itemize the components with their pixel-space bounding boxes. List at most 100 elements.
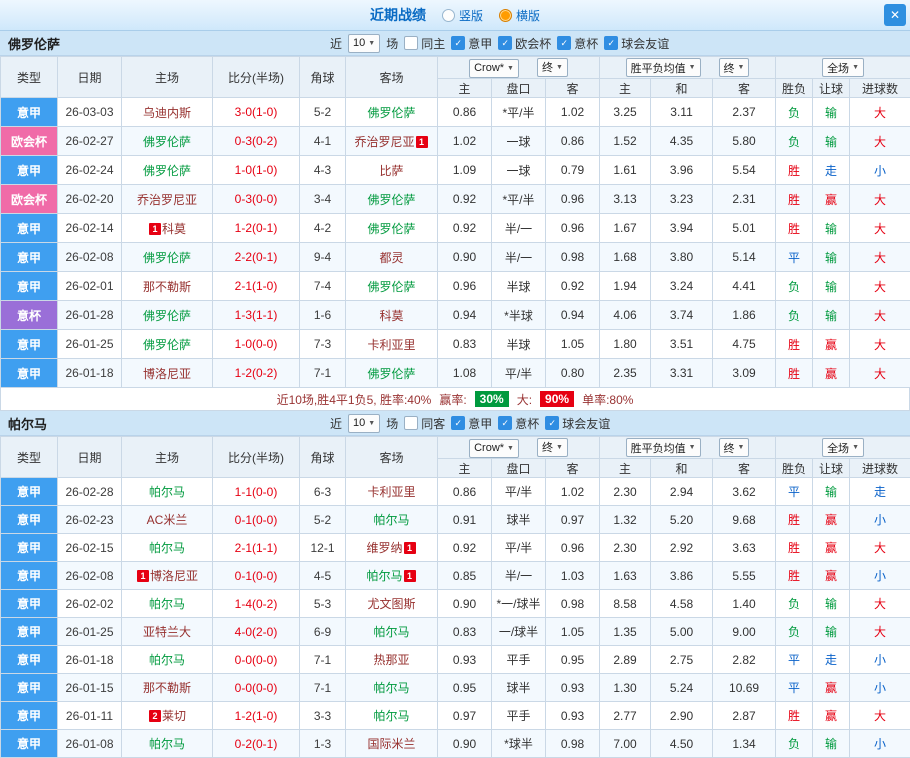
handicap-cell: *半球	[492, 301, 546, 330]
avg-stage-select[interactable]: 终 ▼	[719, 438, 750, 457]
col-odds-away: 客	[546, 459, 600, 478]
filter-league-checkbox[interactable]: ✓意甲	[451, 415, 492, 432]
corner-cell: 4-5	[300, 562, 346, 590]
avg-away-cell: 10.69	[713, 674, 776, 702]
away-team-cell: 卡利亚里	[346, 330, 438, 359]
away-team-cell: 比萨	[346, 156, 438, 185]
chevron-down-icon: ▼	[556, 64, 563, 71]
corner-cell: 9-4	[300, 243, 346, 272]
away-odds-cell: 1.05	[546, 618, 600, 646]
match-row: 意甲26-02-28帕尔马1-1(0-0)6-3卡利亚里0.86平/半1.022…	[1, 478, 910, 506]
filter-league-checkbox[interactable]: ✓球会友谊	[545, 415, 610, 432]
avg-group-header: 胜平负均值 ▼ 终 ▼	[600, 437, 776, 459]
match-count-select[interactable]: 10 ▼	[348, 34, 380, 53]
team-name-text: 乔治罗尼亚	[354, 135, 414, 149]
handicap-cell: *球半	[492, 730, 546, 758]
red-card-badge: 1	[416, 136, 428, 148]
team-name-text: 国际米兰	[367, 737, 415, 751]
handicap-result-cell: 走	[813, 646, 850, 674]
team-name-text: 佛罗伦萨	[143, 338, 191, 352]
avg-home-cell: 1.35	[600, 618, 651, 646]
summary-single-rate: 单率:80%	[582, 391, 633, 408]
handicap-cell: 半球	[492, 330, 546, 359]
radio-selected-icon	[499, 9, 512, 22]
match-date: 26-01-28	[58, 301, 122, 330]
scope-group-header: 全场 ▼	[776, 57, 910, 79]
scope-select[interactable]: 全场 ▼	[822, 438, 864, 457]
avg-draw-cell: 4.35	[651, 127, 713, 156]
filter-same-venue-checkbox[interactable]: 同主	[404, 35, 445, 52]
corner-cell: 7-1	[300, 646, 346, 674]
home-odds-cell: 0.95	[438, 674, 492, 702]
filter-bar: 近 10 ▼ 场 同主 ✓意甲✓欧会杯✓意杯✓球会友谊	[330, 34, 669, 53]
handicap-result-cell: 输	[813, 301, 850, 330]
team-name-text: 亚特兰大	[143, 625, 191, 639]
odds-provider-select[interactable]: Crow* ▼	[469, 59, 519, 78]
filter-same-venue-checkbox[interactable]: 同客	[404, 415, 445, 432]
avg-type-select[interactable]: 胜平负均值 ▼	[626, 438, 701, 457]
score-cell: 0-0(0-0)	[213, 646, 300, 674]
home-team-cell: AC米兰	[122, 506, 213, 534]
filter-league-checkbox[interactable]: ✓意杯	[557, 35, 598, 52]
league-badge: 意甲	[1, 618, 58, 646]
checkbox-label: 意杯	[574, 35, 598, 52]
summary-win-rate-value: 30%	[475, 391, 509, 407]
score-cell: 0-1(0-0)	[213, 506, 300, 534]
team-name-text: 维罗纳	[366, 541, 402, 555]
summary-bar: 近10场,胜4平1负5, 胜率:40% 赢率: 30% 大: 90% 单率:80…	[0, 388, 910, 411]
odds-stage-select[interactable]: 终 ▼	[537, 438, 568, 457]
avg-away-cell: 4.75	[713, 330, 776, 359]
match-date: 26-02-08	[58, 243, 122, 272]
col-away: 客场	[346, 57, 438, 98]
match-row: 意甲26-02-081博洛尼亚0-1(0-0)4-5帕尔马10.85半/一1.0…	[1, 562, 910, 590]
radio-vertical-layout[interactable]: 竖版	[442, 7, 483, 24]
corner-cell: 5-3	[300, 590, 346, 618]
goals-result-cell: 小	[850, 562, 910, 590]
handicap-cell: 一球	[492, 156, 546, 185]
result-cell: 胜	[776, 214, 813, 243]
team-name-text: 帕尔马	[373, 513, 409, 527]
home-odds-cell: 0.92	[438, 214, 492, 243]
checkbox-label: 意甲	[468, 415, 492, 432]
handicap-result-cell: 赢	[813, 702, 850, 730]
home-odds-cell: 0.83	[438, 330, 492, 359]
topbar: 近期战绩 竖版 横版 ✕	[0, 0, 910, 31]
filter-league-checkbox[interactable]: ✓意杯	[498, 415, 539, 432]
checkbox-unchecked-icon	[404, 36, 418, 50]
match-date: 26-02-24	[58, 156, 122, 185]
filter-league-checkbox[interactable]: ✓意甲	[451, 35, 492, 52]
odds-stage-select[interactable]: 终 ▼	[537, 58, 568, 77]
goals-result-cell: 小	[850, 646, 910, 674]
home-odds-cell: 0.93	[438, 646, 492, 674]
avg-away-cell: 1.86	[713, 301, 776, 330]
avg-away-cell: 2.87	[713, 702, 776, 730]
avg-group-header: 胜平负均值 ▼ 终 ▼	[600, 57, 776, 79]
checkbox-label: 欧会杯	[515, 35, 551, 52]
league-badge: 意甲	[1, 646, 58, 674]
filter-league-checkbox[interactable]: ✓欧会杯	[498, 35, 551, 52]
avg-draw-cell: 5.00	[651, 618, 713, 646]
handicap-cell: 一/球半	[492, 618, 546, 646]
col-handicap: 盘口	[492, 79, 546, 98]
odds-provider-select[interactable]: Crow* ▼	[469, 439, 519, 458]
avg-stage-select[interactable]: 终 ▼	[719, 58, 750, 77]
filter-league-checkbox[interactable]: ✓球会友谊	[604, 35, 669, 52]
corner-cell: 7-1	[300, 359, 346, 388]
scope-select[interactable]: 全场 ▼	[822, 58, 864, 77]
team-name-text: 那不勒斯	[143, 280, 191, 294]
avg-home-cell: 7.00	[600, 730, 651, 758]
close-button[interactable]: ✕	[884, 4, 906, 26]
match-date: 26-01-18	[58, 359, 122, 388]
avg-type-select[interactable]: 胜平负均值 ▼	[626, 58, 701, 77]
radio-horizontal-layout[interactable]: 横版	[499, 7, 540, 24]
team-name-text: 帕尔马	[373, 709, 409, 723]
avg-home-cell: 1.61	[600, 156, 651, 185]
match-date: 26-02-01	[58, 272, 122, 301]
team-name-text: 帕尔马	[373, 681, 409, 695]
home-team-cell: 1博洛尼亚	[122, 562, 213, 590]
score-cell: 2-1(1-0)	[213, 272, 300, 301]
col-avg-away: 客	[713, 459, 776, 478]
away-odds-cell: 0.96	[546, 214, 600, 243]
match-count-select[interactable]: 10 ▼	[348, 414, 380, 433]
home-team-cell: 1科莫	[122, 214, 213, 243]
